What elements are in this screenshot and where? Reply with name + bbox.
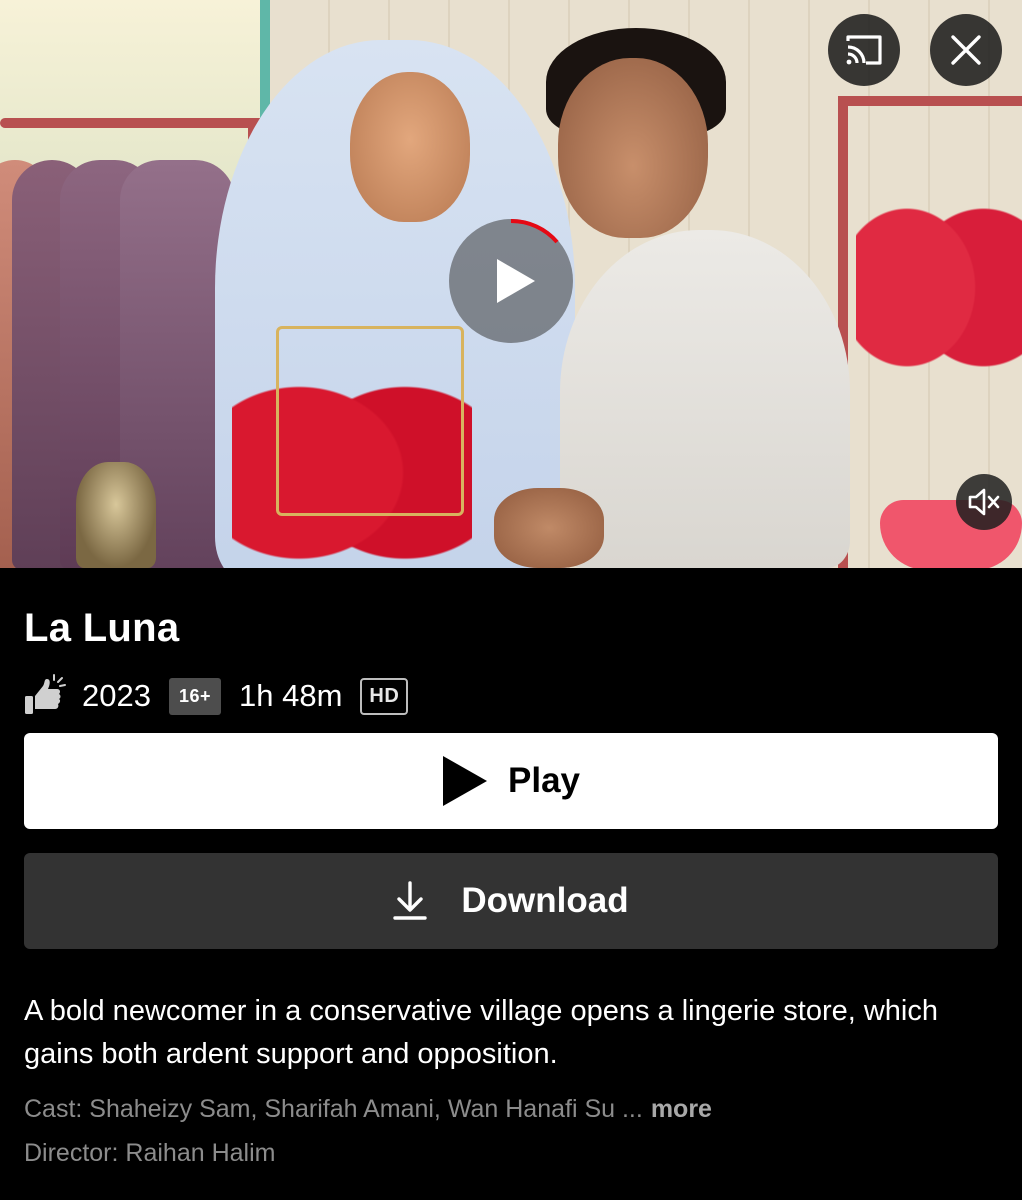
cast-icon [846, 35, 882, 65]
hero-lamp [76, 462, 156, 568]
mute-button[interactable] [956, 474, 1012, 530]
close-icon [951, 35, 981, 65]
director-credit: Director: Raihan Halim [24, 1139, 276, 1167]
volume-muted-icon [968, 488, 1000, 516]
hero-person-left-face [350, 72, 470, 222]
cast-button[interactable] [828, 14, 900, 86]
download-button[interactable]: Download [24, 853, 998, 949]
maturity-rating-badge: 16+ [168, 677, 222, 715]
hero-person-right-hands [494, 488, 604, 568]
download-button-label: Download [461, 881, 629, 920]
close-button[interactable] [930, 14, 1002, 86]
title-heading: La Luna [24, 606, 180, 650]
quality-badge: HD [360, 677, 409, 715]
thumbs-up-icon [24, 674, 68, 718]
hero-hanger [276, 326, 464, 516]
title-meta-row: 2023 16+ 1h 48m HD [24, 674, 409, 718]
hero-clothes-rack-right [840, 96, 1022, 106]
hero-garment-right [856, 150, 1022, 400]
synopsis: A bold newcomer in a conservative villag… [24, 995, 938, 1070]
release-year: 2023 [82, 678, 151, 713]
play-icon [497, 219, 559, 303]
hero-clothes-rack [0, 118, 268, 128]
cast-ellipsis: ... [621, 1095, 643, 1123]
download-icon [393, 881, 428, 921]
cast-credits: Cast: Shaheizy Sam, Sharifah Amani, Wan … [24, 1095, 994, 1124]
duration: 1h 48m [239, 678, 343, 713]
play-button[interactable]: Play [24, 733, 998, 829]
preview-play-button[interactable] [449, 219, 573, 343]
hero-person-right-face [558, 58, 708, 238]
title-detail-page: La Luna 2023 16+ 1h 48m HD Play Download… [0, 0, 1022, 1200]
more-link[interactable]: more [651, 1095, 712, 1123]
video-preview[interactable] [0, 0, 1022, 568]
play-icon [442, 755, 488, 807]
play-button-label: Play [508, 761, 580, 800]
cast-list: Cast: Shaheizy Sam, Sharifah Amani, Wan … [24, 1095, 616, 1123]
